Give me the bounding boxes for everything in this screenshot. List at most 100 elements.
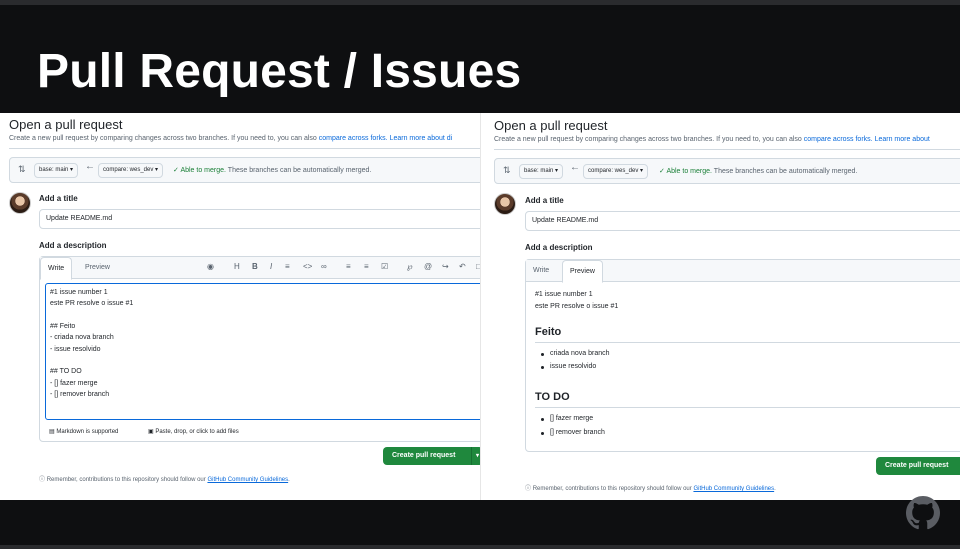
merge-status-label: Able to merge.: [666, 168, 712, 175]
note-prefix: Remember, contributions to this reposito…: [532, 486, 692, 492]
editor-line: - issue resolvido: [50, 346, 101, 353]
arrow-left-icon: ←: [85, 161, 95, 172]
editor-line: - [] remover branch: [50, 391, 110, 398]
note-prefix: Remember, contributions to this reposito…: [46, 477, 206, 483]
check-icon: ✓: [173, 167, 179, 174]
write-tab-screenshot: Open a pull request Create a new pull re…: [0, 113, 480, 500]
preview-heading-feito: Feito: [535, 326, 562, 338]
preview-heading-todo: TO DO: [535, 391, 570, 403]
avatar: [494, 193, 516, 215]
editor-line: - criada nova branch: [50, 334, 114, 341]
compare-branch-select[interactable]: compare: wes_dev ▾: [98, 163, 164, 178]
github-logo-icon: [906, 496, 940, 530]
preview-text: este PR resolve o issue #1: [535, 303, 619, 310]
create-pull-request-button[interactable]: Create pull request ▾: [383, 447, 480, 465]
note-suffix: .: [288, 477, 290, 483]
compare-branch-label: compare: wes_dev: [588, 168, 639, 174]
reference-icon[interactable]: ↪: [442, 262, 449, 271]
merge-detail: These branches can be automatically merg…: [713, 168, 858, 175]
bullet: [541, 418, 544, 421]
avatar: [9, 192, 31, 214]
bullet: [541, 432, 544, 435]
git-compare-icon: ⇅: [18, 164, 26, 174]
attach-icon[interactable]: ℘: [407, 262, 413, 271]
community-guidelines-link[interactable]: GitHub Community Guidelines: [693, 486, 774, 492]
description-textarea[interactable]: #1 issue number 1 este PR resolve o issu…: [45, 283, 480, 420]
copilot-icon[interactable]: ◉: [207, 262, 214, 271]
page-subtext: Create a new pull request by comparing c…: [494, 136, 930, 143]
compare-bar: ⇅ base: main ▾ ← compare: wes_dev ▾ ✓ Ab…: [494, 158, 960, 184]
learn-more-link[interactable]: Learn more about di: [390, 135, 453, 142]
merge-status: ✓ Able to merge. These branches can be a…: [173, 166, 371, 174]
create-button-label: Create pull request: [392, 452, 456, 459]
contribution-note: ⓘ Remember, contributions to this reposi…: [525, 483, 776, 492]
base-branch-select[interactable]: base: main ▾: [34, 163, 79, 178]
subtext-prefix: Create a new pull request by comparing c…: [494, 136, 802, 143]
italic-icon[interactable]: I: [270, 262, 272, 271]
base-branch-select[interactable]: base: main ▾: [519, 164, 564, 179]
check-icon: ✓: [659, 168, 665, 175]
compare-branch-label: compare: wes_dev: [103, 167, 154, 173]
add-title-label: Add a title: [39, 194, 78, 203]
quote-icon[interactable]: ≡: [285, 262, 290, 271]
merge-status-label: Able to merge.: [180, 167, 226, 174]
info-icon: ⓘ: [39, 477, 46, 483]
mention-icon[interactable]: @: [424, 262, 432, 271]
info-icon: ⓘ: [525, 486, 532, 492]
markdown-supported[interactable]: ▤ Markdown is supported: [49, 428, 118, 435]
code-icon[interactable]: <>: [303, 262, 312, 271]
base-branch-label: base: main: [39, 167, 69, 173]
ordered-list-icon[interactable]: ≡: [346, 262, 351, 271]
bold-icon[interactable]: B: [252, 262, 258, 271]
create-pull-request-button[interactable]: Create pull request: [876, 457, 960, 475]
tab-write[interactable]: Write: [40, 257, 73, 280]
tab-preview[interactable]: Preview: [562, 260, 603, 283]
tab-write[interactable]: Write: [526, 260, 556, 282]
list-item: issue resolvido: [550, 363, 597, 370]
learn-more-link[interactable]: Learn more about: [875, 136, 930, 143]
undo-icon[interactable]: ↶: [459, 262, 466, 271]
heading-divider: [535, 342, 960, 343]
base-branch-label: base: main: [524, 168, 554, 174]
editor-line: este PR resolve o issue #1: [50, 300, 134, 307]
heading-divider: [535, 407, 960, 408]
slide-bottom-edge: [0, 545, 960, 549]
compare-forks-link[interactable]: compare across forks.: [319, 135, 388, 142]
list-item: criada nova branch: [550, 350, 610, 357]
editor-line: - [] fazer merge: [50, 380, 98, 387]
page-heading: Open a pull request: [9, 117, 123, 132]
editor-tabbar: Write Preview ◉ H B I ≡ <> ∞ ≡ ≡ ☑ ℘ @ ↪…: [40, 257, 480, 280]
preview-text: #1 issue number 1: [535, 291, 593, 298]
git-compare-icon: ⇅: [503, 165, 511, 175]
contribution-note: ⓘ Remember, contributions to this reposi…: [39, 474, 290, 483]
paste-drop-files[interactable]: ▣ Paste, drop, or click to add files: [148, 428, 239, 435]
markdown-editor: Write Preview #1 issue number 1 este PR …: [525, 259, 960, 452]
editor-tabbar: Write Preview: [526, 260, 960, 283]
task-list-icon[interactable]: ☑: [381, 262, 388, 271]
slide-top-edge: [0, 0, 960, 5]
paste-drop-label: Paste, drop, or click to add files: [155, 429, 239, 435]
markdown-supported-label: Markdown is supported: [56, 429, 119, 435]
compare-bar: ⇅ base: main ▾ ← compare: wes_dev ▾ ✓ Ab…: [9, 157, 480, 183]
note-suffix: .: [774, 486, 776, 492]
unordered-list-icon[interactable]: ≡: [364, 262, 369, 271]
arrow-left-icon: ←: [570, 162, 580, 173]
add-title-label: Add a title: [525, 196, 564, 205]
divider: [494, 149, 960, 150]
create-button-label: Create pull request: [885, 462, 949, 469]
page-subtext: Create a new pull request by comparing c…: [9, 135, 452, 142]
compare-branch-select[interactable]: compare: wes_dev ▾: [583, 164, 649, 179]
merge-status: ✓ Able to merge. These branches can be a…: [659, 167, 857, 175]
community-guidelines-link[interactable]: GitHub Community Guidelines: [207, 477, 288, 483]
title-input[interactable]: Update README.md: [525, 211, 960, 231]
link-icon[interactable]: ∞: [321, 262, 327, 271]
title-input[interactable]: Update README.md: [39, 209, 480, 229]
compare-forks-link[interactable]: compare across forks.: [804, 136, 873, 143]
merge-detail: These branches can be automatically merg…: [227, 167, 372, 174]
list-item: [] remover branch: [550, 429, 605, 436]
editor-line: ## Feito: [50, 323, 76, 330]
tab-preview[interactable]: Preview: [78, 257, 117, 279]
preview-tab-screenshot: Open a pull request Create a new pull re…: [486, 113, 960, 500]
heading-icon[interactable]: H: [234, 262, 240, 271]
chevron-down-icon[interactable]: ▾: [471, 447, 480, 465]
